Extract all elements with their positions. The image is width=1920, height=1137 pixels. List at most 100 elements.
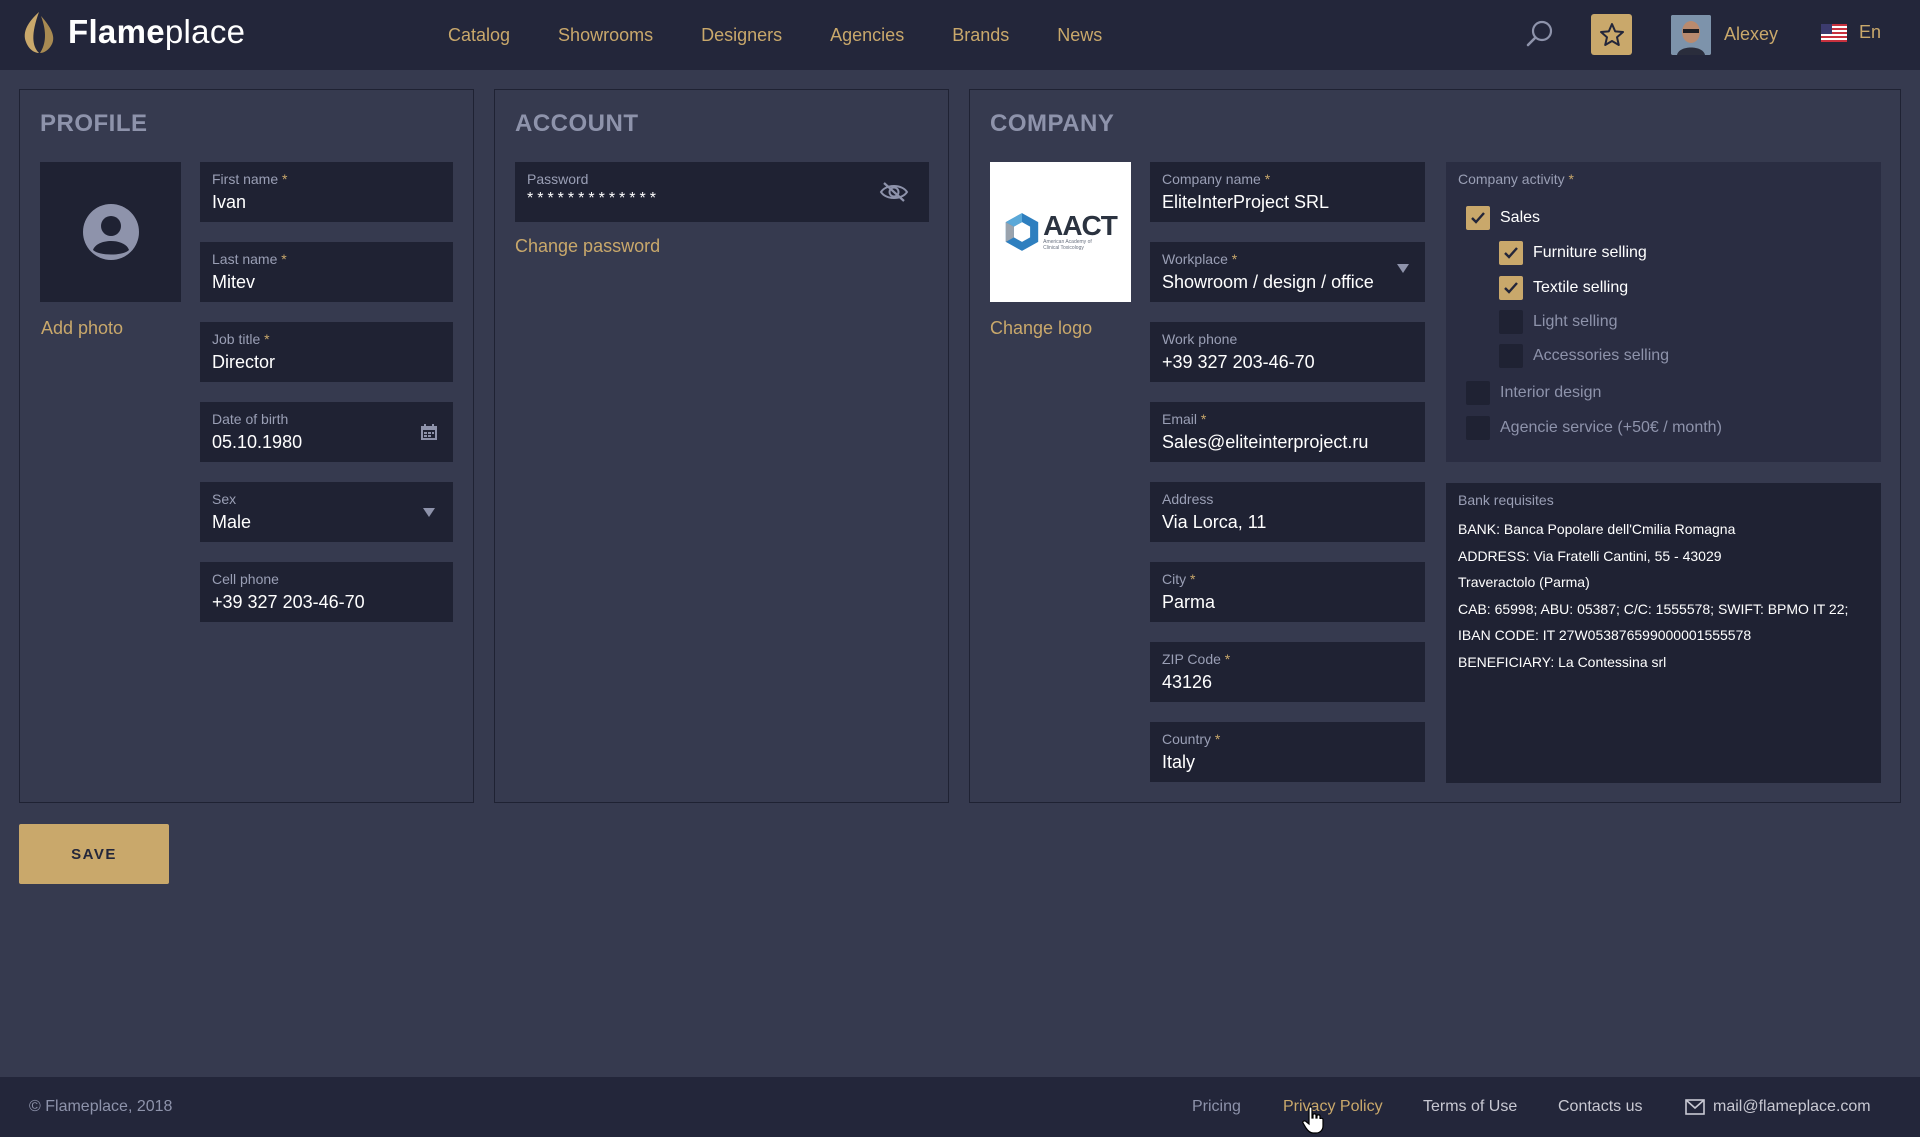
date-of-birth-value: 05.10.1980 [212, 432, 303, 452]
bank-line: ADDRESS: Via Fratelli Cantini, 55 - 4302… [1458, 547, 1722, 564]
activity-sales[interactable]: Sales [1466, 206, 1540, 230]
work-phone-field[interactable]: Work phone +39 327 203-46-70 [1150, 322, 1425, 382]
activity-light-selling[interactable]: Light selling [1499, 310, 1618, 334]
hand-cursor-icon [1302, 1106, 1324, 1134]
search-button[interactable] [1524, 18, 1556, 50]
flame-logo-icon [24, 12, 54, 53]
user-menu[interactable]: Alexey [1671, 14, 1778, 55]
avatar [1671, 14, 1711, 55]
checkbox[interactable] [1466, 206, 1490, 230]
brand-logo[interactable]: Flameplace [20, 10, 245, 54]
address-value: Via Lorca, 11 [1162, 512, 1267, 532]
job-title-field[interactable]: Job title * Director [200, 322, 453, 382]
dropdown-arrow-icon [1397, 264, 1409, 273]
cell-phone-value: +39 327 203-46-70 [212, 592, 365, 612]
job-title-value: Director [212, 352, 276, 372]
logo-text: AACT [1043, 210, 1118, 241]
password-field[interactable]: Password ************* [515, 162, 929, 222]
change-logo-link[interactable]: Change logo [990, 318, 1092, 339]
city-value: Parma [1162, 592, 1216, 612]
work-phone-value: +39 327 203-46-70 [1162, 352, 1315, 372]
country-value: Italy [1162, 752, 1196, 772]
change-password-link[interactable]: Change password [515, 236, 660, 257]
copyright: © Flameplace, 2018 [29, 1098, 173, 1115]
checkbox[interactable] [1466, 416, 1490, 440]
bank-line: BENEFICIARY: La Contessina srl [1458, 653, 1667, 670]
footer-link-terms-of-use[interactable]: Terms of Use [1423, 1098, 1517, 1116]
mail-icon [1685, 1099, 1705, 1115]
star-icon [1599, 22, 1624, 46]
checkmark-icon [1504, 247, 1518, 259]
workplace-value: Showroom / design / office [1162, 272, 1374, 292]
sex-select[interactable]: Sex Male [200, 482, 453, 542]
profile-panel: PROFILE Add photo First name * Ivan Last… [19, 89, 474, 803]
email-field[interactable]: Email * Sales@eliteinterproject.ru [1150, 402, 1425, 462]
zip-code-field[interactable]: ZIP Code * 43126 [1150, 642, 1425, 702]
checkmark-icon [1504, 282, 1518, 294]
activity-furniture-selling[interactable]: Furniture selling [1499, 241, 1647, 265]
profile-photo-placeholder[interactable] [40, 162, 181, 302]
nav-designers[interactable]: Designers [701, 25, 782, 46]
user-placeholder-icon [82, 204, 139, 260]
country-field[interactable]: Country * Italy [1150, 722, 1425, 782]
date-of-birth-field[interactable]: Date of birth 05.10.1980 [200, 402, 453, 462]
language-code: En [1859, 22, 1882, 42]
city-field[interactable]: City * Parma [1150, 562, 1425, 622]
top-navigation-bar: Flameplace Catalog Showrooms Designers A… [0, 0, 1920, 70]
footer-link-privacy-policy[interactable]: Privacy Policy [1283, 1098, 1383, 1116]
email-value: Sales@eliteinterproject.ru [1162, 432, 1369, 452]
account-panel: ACCOUNT Password ************* Change pa… [494, 89, 949, 803]
zip-code-value: 43126 [1162, 672, 1213, 692]
company-panel: COMPANY AACT American Academy of Clinica… [969, 89, 1901, 803]
save-button[interactable]: SAVE [19, 824, 169, 884]
bank-line: BANK: Banca Popolare dell'Cmilia Romagna [1458, 521, 1736, 537]
activity-interior-design[interactable]: Interior design [1466, 381, 1601, 405]
workplace-select[interactable]: Workplace * Showroom / design / office [1150, 242, 1425, 302]
nav-news[interactable]: News [1057, 25, 1102, 46]
last-name-value: Mitev [212, 272, 256, 292]
activity-agencie-service[interactable]: Agencie service (+50€ / month) [1466, 416, 1722, 440]
sex-value: Male [212, 512, 252, 532]
company-title: COMPANY [990, 110, 1115, 137]
footer-link-contacts-us[interactable]: Contacts us [1558, 1098, 1642, 1116]
activity-accessories-selling[interactable]: Accessories selling [1499, 344, 1669, 368]
bank-line: Traveractolo (Parma) [1458, 574, 1590, 590]
main-nav: Catalog Showrooms Designers Agencies Bra… [448, 0, 1150, 70]
activity-textile-selling[interactable]: Textile selling [1499, 276, 1628, 300]
checkbox[interactable] [1499, 310, 1523, 334]
company-name-field[interactable]: Company name * EliteInterProject SRL [1150, 162, 1425, 222]
account-title: ACCOUNT [515, 110, 639, 137]
hide-password-icon[interactable] [879, 181, 909, 203]
checkbox[interactable] [1466, 381, 1490, 405]
profile-title: PROFILE [40, 110, 148, 137]
search-icon [1526, 20, 1553, 47]
nav-agencies[interactable]: Agencies [830, 25, 904, 46]
bank-line: CAB: 65998; ABU: 05387; C/C: 1555578; SW… [1458, 600, 1849, 617]
calendar-icon[interactable] [421, 424, 437, 440]
add-photo-link[interactable]: Add photo [41, 318, 123, 339]
checkbox[interactable] [1499, 276, 1523, 300]
nav-catalog[interactable]: Catalog [448, 25, 510, 46]
last-name-field[interactable]: Last name * Mitev [200, 242, 453, 302]
nav-brands[interactable]: Brands [952, 25, 1009, 46]
footer: © Flameplace, 2018 Pricing Privacy Polic… [0, 1077, 1920, 1137]
address-field[interactable]: Address Via Lorca, 11 [1150, 482, 1425, 542]
footer-email-link[interactable]: mail@flameplace.com [1685, 1098, 1871, 1116]
cell-phone-field[interactable]: Cell phone +39 327 203-46-70 [200, 562, 453, 622]
aact-hexagon-icon [1005, 213, 1039, 251]
password-value: ************* [527, 190, 660, 207]
dropdown-arrow-icon [423, 508, 435, 517]
checkbox[interactable] [1499, 344, 1523, 368]
company-activity-group: Company activity * Sales Furniture selli… [1446, 162, 1881, 462]
company-logo[interactable]: AACT American Academy of Clinical Toxico… [990, 162, 1131, 302]
checkbox[interactable] [1499, 241, 1523, 265]
favorites-button[interactable] [1591, 14, 1632, 55]
nav-showrooms[interactable]: Showrooms [558, 25, 653, 46]
first-name-field[interactable]: First name * Ivan [200, 162, 453, 222]
footer-link-pricing[interactable]: Pricing [1192, 1098, 1241, 1116]
first-name-value: Ivan [212, 192, 247, 212]
bank-requisites-field[interactable]: Bank requisites BANK: Banca Popolare del… [1446, 483, 1881, 783]
bank-line: IBAN CODE: IT 27W053876599000001555578 [1458, 627, 1752, 643]
brand-name: Flameplace [68, 13, 246, 50]
language-selector[interactable]: En [1821, 22, 1881, 43]
